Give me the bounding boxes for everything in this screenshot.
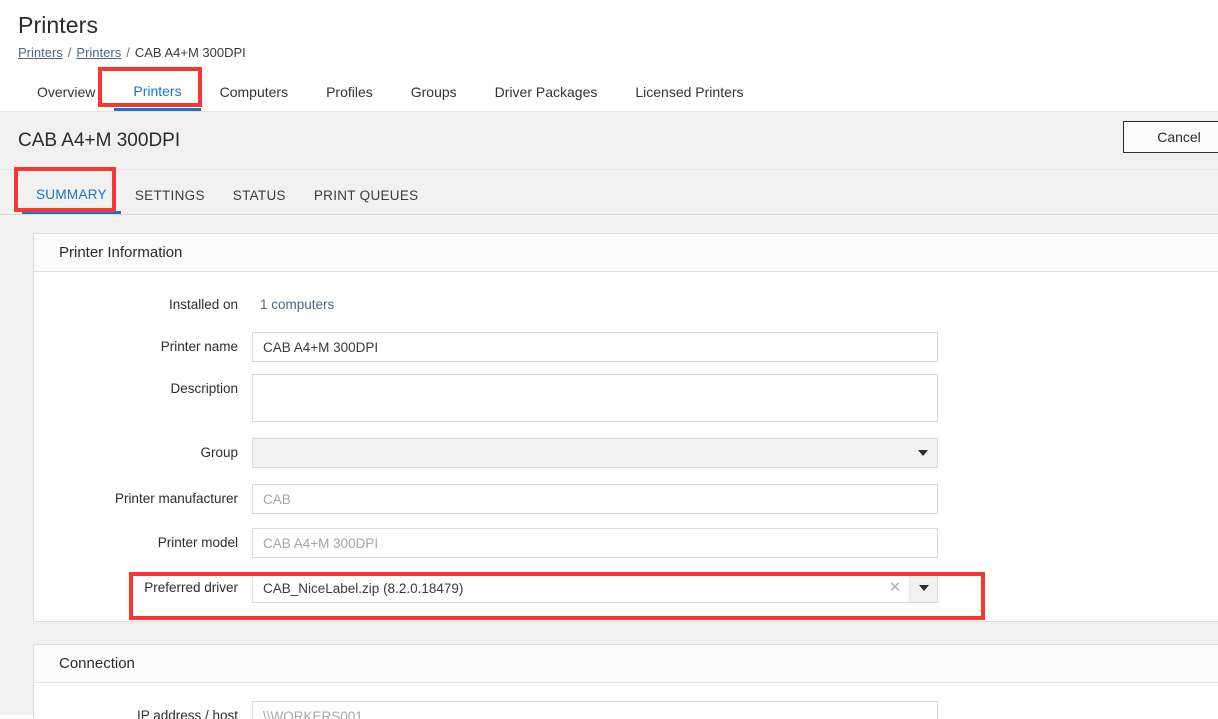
entity-sub-tabs: SUMMARY SETTINGS STATUS PRINT QUEUES (0, 170, 1218, 215)
breadcrumb-link-2[interactable]: Printers (76, 45, 121, 60)
entity-title: CAB A4+M 300DPI (18, 130, 180, 152)
label-installed-on: Installed on (34, 290, 252, 320)
control-printer-name (252, 332, 938, 362)
printer-information-card: Printer Information Installed on 1 compu… (33, 233, 1218, 622)
tab-printers[interactable]: Printers (114, 83, 200, 111)
preferred-driver-combobox[interactable]: CAB_NiceLabel.zip (8.2.0.18479) ✕ (252, 573, 938, 603)
subtab-settings[interactable]: SETTINGS (121, 188, 219, 214)
label-printer-model: Printer model (34, 528, 252, 558)
connection-header: Connection (34, 645, 1218, 683)
installed-on-link[interactable]: 1 computers (260, 290, 334, 320)
breadcrumb-separator-2: / (126, 45, 130, 60)
control-preferred-driver: CAB_NiceLabel.zip (8.2.0.18479) ✕ (252, 573, 938, 603)
close-icon[interactable]: ✕ (881, 574, 909, 602)
description-textarea[interactable] (252, 374, 938, 422)
tab-overview[interactable]: Overview (18, 84, 114, 111)
printer-model-input[interactable] (252, 528, 938, 558)
breadcrumb: Printers / Printers / CAB A4+M 300DPI (18, 45, 1218, 61)
cancel-button[interactable]: Cancel (1123, 121, 1218, 153)
label-printer-manufacturer: Printer manufacturer (34, 484, 252, 514)
printer-information-title: Printer Information (59, 244, 182, 261)
row-group: Group (34, 438, 1218, 468)
printer-name-input[interactable] (252, 332, 938, 362)
control-installed-on: 1 computers (252, 290, 334, 320)
tab-groups[interactable]: Groups (392, 84, 476, 111)
preferred-driver-value: CAB_NiceLabel.zip (8.2.0.18479) (263, 581, 881, 596)
main-nav-tabs: Overview Printers Computers Profiles Gro… (0, 75, 1218, 112)
row-preferred-driver: Preferred driver CAB_NiceLabel.zip (8.2.… (34, 573, 1218, 603)
subtab-summary[interactable]: SUMMARY (22, 187, 121, 214)
row-description: Description (34, 374, 1218, 422)
ip-address-host-input[interactable] (252, 701, 938, 719)
row-printer-manufacturer: Printer manufacturer (34, 484, 1218, 514)
chevron-down-icon[interactable] (909, 574, 937, 602)
row-installed-on: Installed on 1 computers (34, 290, 1218, 320)
page-header: Printers Printers / Printers / CAB A4+M 300D… (0, 0, 1218, 61)
label-group: Group (34, 438, 252, 468)
control-group (252, 438, 938, 468)
tab-licensed-printers[interactable]: Licensed Printers (616, 84, 762, 111)
content-area: Printer Information Installed on 1 compu… (0, 215, 1218, 715)
label-ip-address-host: IP address / host (34, 701, 252, 719)
subtab-status[interactable]: STATUS (219, 188, 300, 214)
label-description: Description (34, 374, 252, 404)
printer-information-body: Installed on 1 computers Printer name De… (34, 272, 1218, 621)
control-printer-model (252, 528, 938, 558)
connection-title: Connection (59, 655, 135, 672)
printer-information-header: Printer Information (34, 234, 1218, 272)
tab-profiles[interactable]: Profiles (307, 84, 392, 111)
printer-manufacturer-input[interactable] (252, 484, 938, 514)
control-description (252, 374, 938, 422)
tab-driver-packages[interactable]: Driver Packages (476, 84, 617, 111)
row-printer-name: Printer name (34, 332, 1218, 362)
app-page: Printers Printers / Printers / CAB A4+M 300D… (0, 0, 1218, 719)
control-ip-address-host (252, 701, 938, 719)
subtab-print-queues[interactable]: PRINT QUEUES (300, 188, 433, 214)
breadcrumb-current: CAB A4+M 300DPI (135, 45, 246, 60)
tab-computers[interactable]: Computers (201, 84, 307, 111)
row-printer-model: Printer model (34, 528, 1218, 558)
page-title: Printers (18, 10, 1218, 40)
breadcrumb-link-1[interactable]: Printers (18, 45, 63, 60)
row-ip-address-host: IP address / host (34, 701, 1218, 719)
chevron-down-icon[interactable] (909, 439, 937, 467)
group-select[interactable] (252, 438, 938, 468)
label-printer-name: Printer name (34, 332, 252, 362)
entity-header: CAB A4+M 300DPI Cancel (0, 112, 1218, 170)
connection-card: Connection IP address / host (33, 644, 1218, 719)
control-printer-manufacturer (252, 484, 938, 514)
breadcrumb-separator-1: / (68, 45, 72, 60)
label-preferred-driver: Preferred driver (34, 573, 252, 603)
connection-body: IP address / host (34, 683, 1218, 719)
